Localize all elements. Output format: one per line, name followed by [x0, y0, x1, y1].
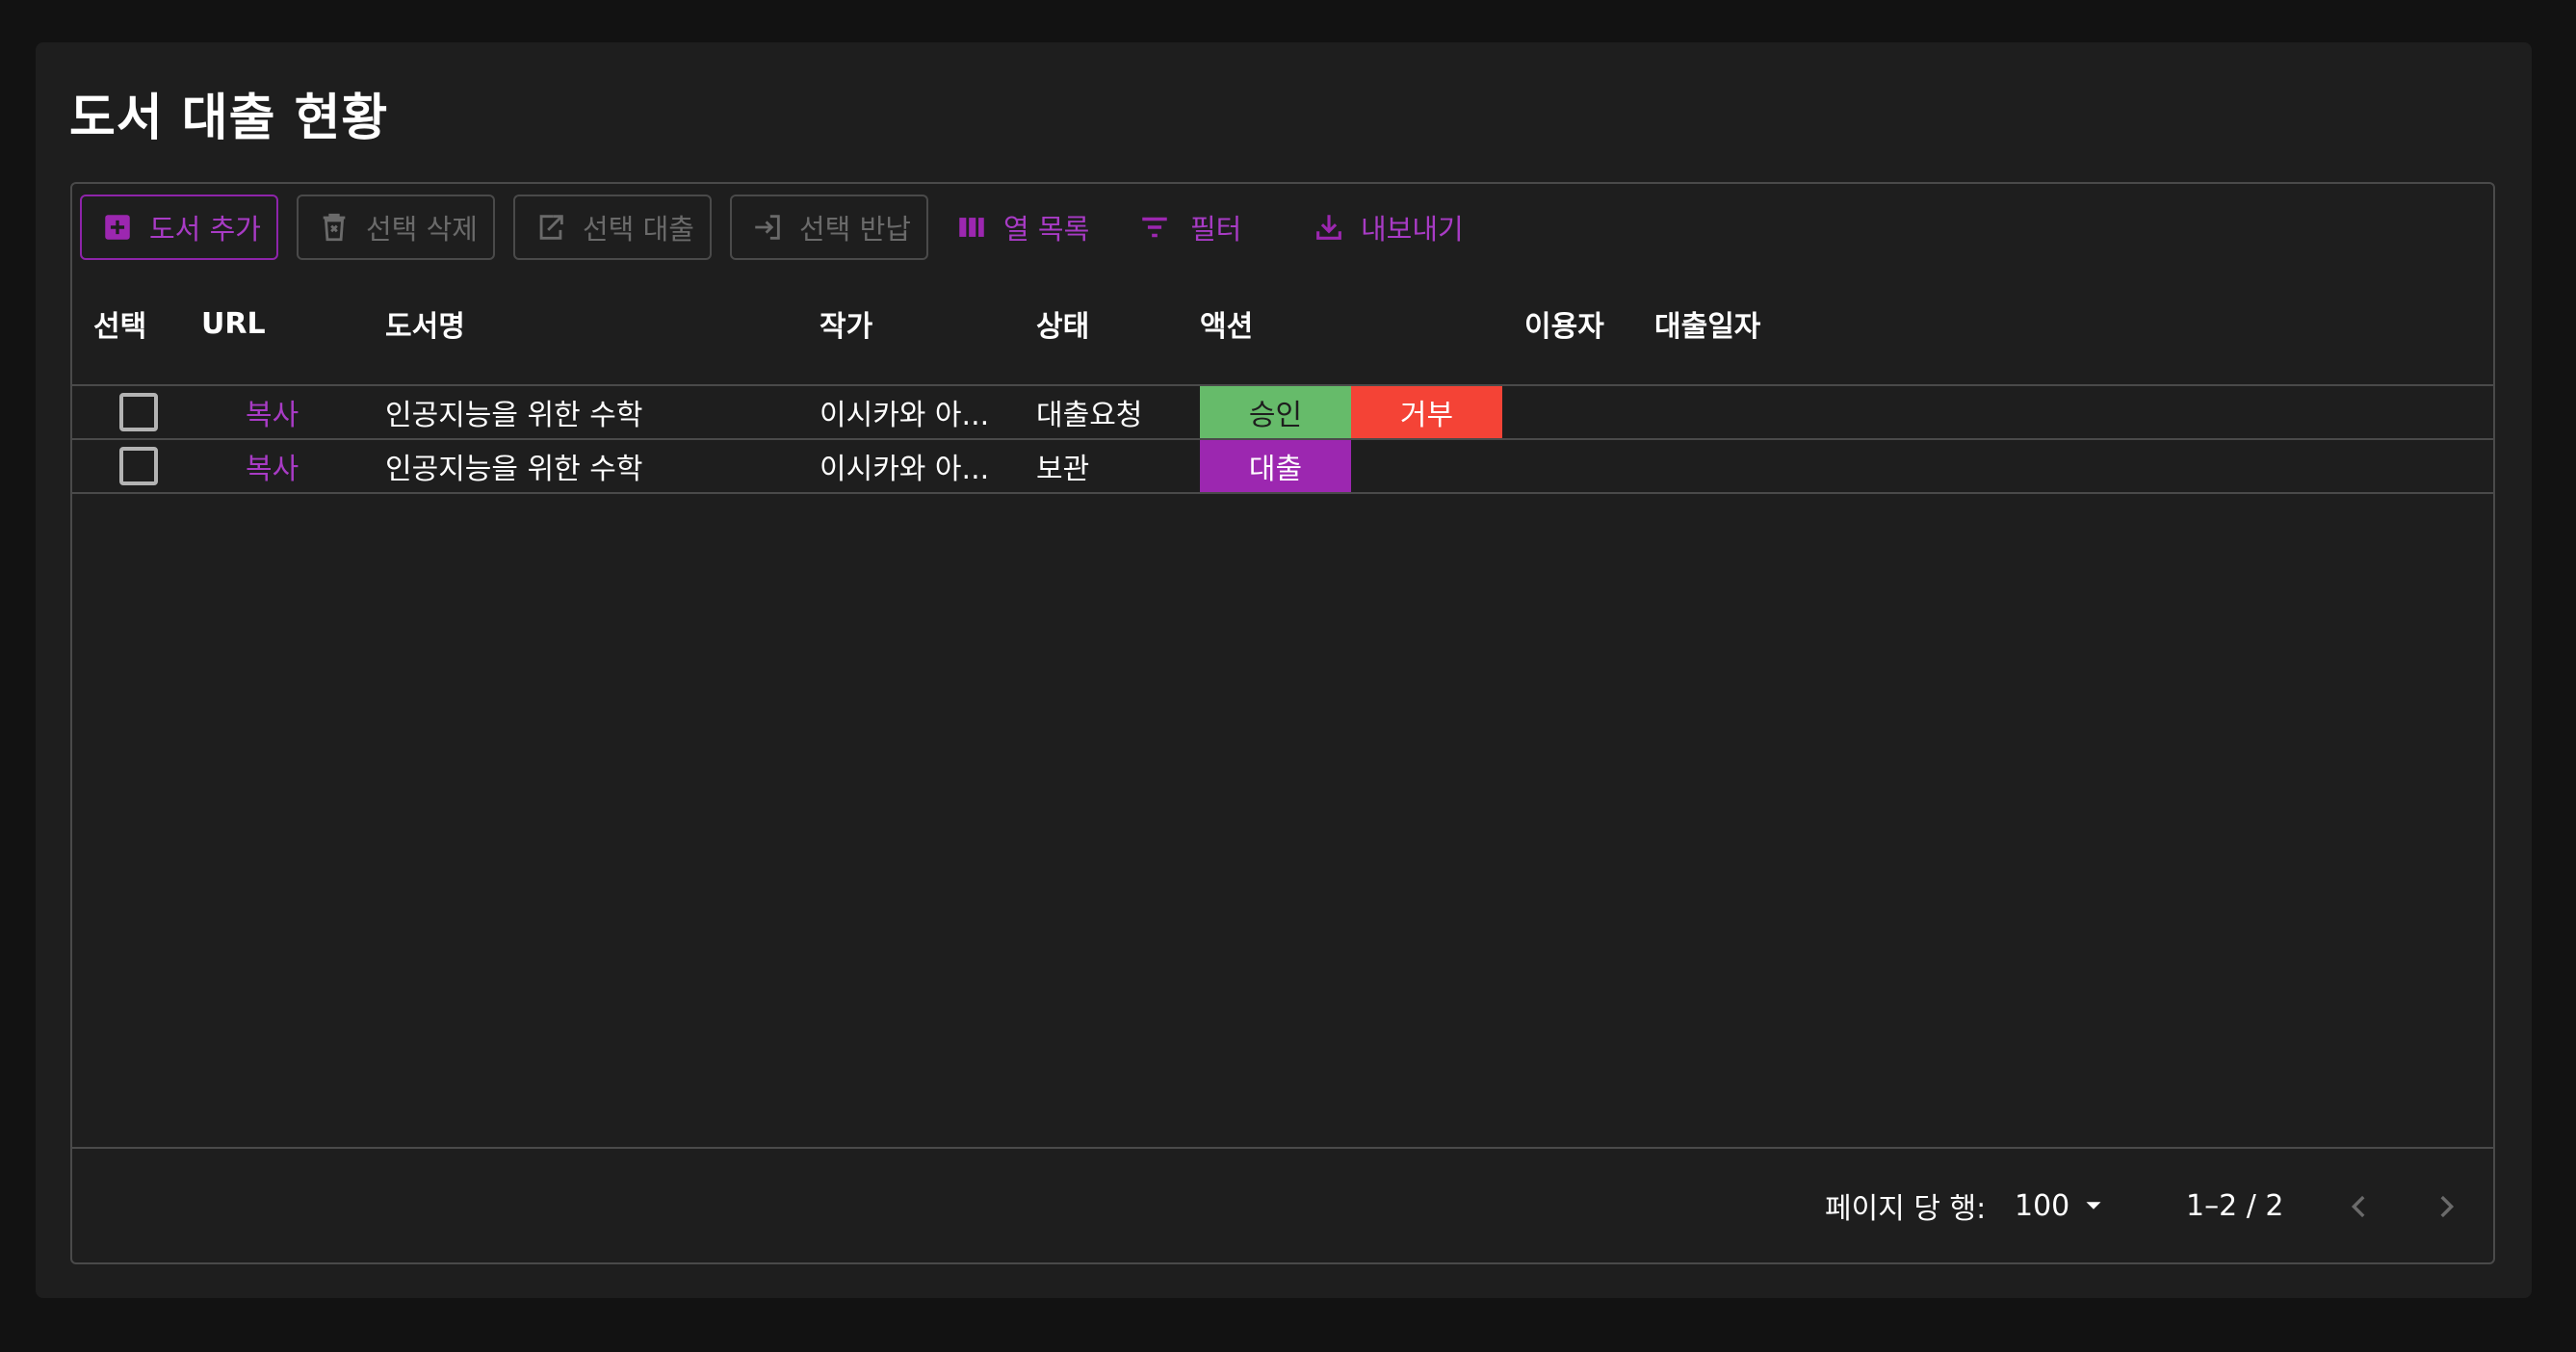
table-row: 복사 인공지능을 위한 수학 이시카와 아... 대출요청 승인 거부	[72, 386, 2493, 440]
add-box-icon	[101, 211, 134, 244]
login-icon	[751, 211, 784, 244]
previous-page-button[interactable]	[2340, 1187, 2379, 1226]
author-cell: 이시카와 아...	[820, 399, 990, 432]
columns-label: 열 목록	[1003, 213, 1090, 246]
rows-per-page-label: 페이지 당 행:	[1825, 1192, 1987, 1226]
chevron-right-icon	[2430, 1190, 2462, 1223]
pagination-footer: 페이지 당 행: 100 1–2 / 2	[72, 1147, 2493, 1262]
content-panel: 도서 대출 현황 도서 추가 선택 삭제 선택 대출 선택 반납 열 목록 필터…	[36, 42, 2532, 1298]
column-header-select[interactable]: 선택	[93, 271, 146, 377]
rows-per-page-select[interactable]: 100	[2015, 1149, 2108, 1262]
add-book-label: 도서 추가	[149, 213, 261, 246]
column-header-action[interactable]: 액션	[1200, 271, 1253, 377]
filter-button[interactable]: 필터	[1134, 195, 1241, 260]
column-header-url[interactable]: URL	[201, 271, 266, 377]
column-header-title[interactable]: 도서명	[385, 271, 465, 377]
copy-url-link[interactable]: 복사	[246, 386, 299, 438]
loan-button[interactable]: 대출	[1200, 440, 1351, 492]
next-page-button[interactable]	[2427, 1187, 2465, 1226]
copy-url-link[interactable]: 복사	[246, 440, 299, 492]
column-header-author[interactable]: 작가	[820, 271, 872, 377]
page-range-label: 1–2 / 2	[2186, 1188, 2284, 1223]
author-cell: 이시카와 아...	[820, 453, 990, 486]
column-header-user[interactable]: 이용자	[1524, 271, 1604, 377]
data-grid: 도서 추가 선택 삭제 선택 대출 선택 반납 열 목록 필터 내보내기 선택 …	[70, 182, 2495, 1264]
loan-selected-label: 선택 대출	[583, 213, 694, 246]
loan-selected-button[interactable]: 선택 대출	[513, 195, 712, 260]
filter-label: 필터	[1190, 213, 1242, 246]
approve-button[interactable]: 승인	[1200, 386, 1351, 438]
book-title-cell: 인공지능을 위한 수학	[385, 453, 643, 486]
export-box-icon	[534, 211, 567, 244]
download-icon	[1313, 211, 1345, 244]
page-title: 도서 대출 현황	[69, 90, 389, 147]
return-selected-label: 선택 반납	[799, 213, 911, 246]
export-label: 내보내기	[1361, 213, 1464, 246]
columns-button[interactable]: 열 목록	[955, 195, 1089, 260]
column-header-status[interactable]: 상태	[1036, 271, 1089, 377]
row-checkbox[interactable]	[119, 393, 158, 431]
add-book-button[interactable]: 도서 추가	[80, 195, 278, 260]
status-cell: 대출요청	[1036, 399, 1143, 432]
delete-selected-label: 선택 삭제	[366, 213, 478, 246]
grid-toolbar: 도서 추가 선택 삭제 선택 대출 선택 반납 열 목록 필터 내보내기	[80, 195, 2487, 260]
reject-button[interactable]: 거부	[1351, 386, 1502, 438]
book-title-cell: 인공지능을 위한 수학	[385, 399, 643, 432]
view-column-icon	[955, 211, 988, 244]
table-row: 복사 인공지능을 위한 수학 이시카와 아... 보관 대출	[72, 440, 2493, 494]
delete-icon	[318, 211, 351, 244]
delete-selected-button[interactable]: 선택 삭제	[297, 195, 495, 260]
chevron-left-icon	[2343, 1190, 2376, 1223]
filter-list-icon	[1134, 211, 1175, 244]
arrow-drop-down-icon	[2079, 1189, 2108, 1222]
row-checkbox[interactable]	[119, 447, 158, 485]
return-selected-button[interactable]: 선택 반납	[730, 195, 928, 260]
rows-per-page-value: 100	[2015, 1188, 2070, 1223]
status-cell: 보관	[1036, 453, 1090, 486]
export-button[interactable]: 내보내기	[1313, 195, 1464, 260]
table-header: 선택 URL 도서명 작가 상태 액션 이용자 대출일자	[72, 271, 2493, 386]
column-header-loan-date[interactable]: 대출일자	[1654, 271, 1760, 377]
